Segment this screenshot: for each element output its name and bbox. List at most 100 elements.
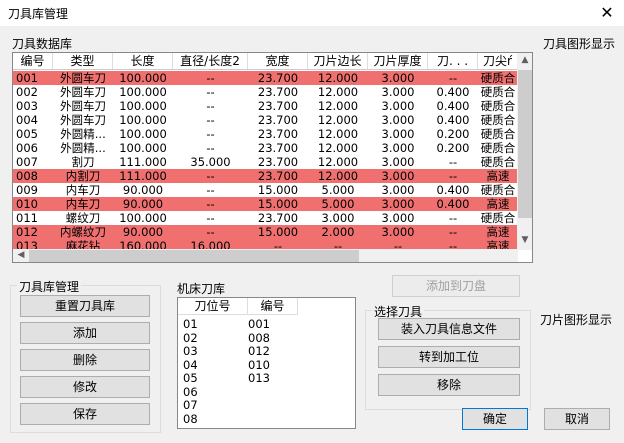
- column-header[interactable]: 刀片厚度: [368, 53, 428, 69]
- table-cell: 硬质合: [480, 113, 516, 127]
- list-item[interactable]: 03 012: [178, 345, 270, 358]
- table-cell: 外圆精...: [60, 127, 106, 141]
- table-cell: 12.000: [317, 99, 359, 113]
- scroll-left-icon[interactable]: ◀: [13, 250, 29, 260]
- column-header[interactable]: 编号: [248, 298, 298, 314]
- list-item[interactable]: 01 001: [178, 318, 270, 331]
- table-cell: --: [206, 85, 215, 99]
- table-cell: 100.000: [119, 127, 167, 141]
- list-cell: 013: [248, 371, 270, 385]
- close-icon[interactable]: ✕: [596, 2, 618, 24]
- table-cell: 外圆车刀: [60, 71, 106, 85]
- table-cell: 内割刀: [65, 169, 101, 183]
- cancel-button[interactable]: 取消: [544, 408, 610, 430]
- add-button[interactable]: 添加: [20, 322, 150, 344]
- column-header[interactable]: 宽度: [248, 53, 308, 69]
- table-row[interactable]: 005 外圆精... 100.000 -- 23.700 12.000 3.000 0.200…: [13, 127, 518, 141]
- table-cell: 12.000: [317, 127, 359, 141]
- reset-library-button[interactable]: 重置刀具库: [20, 295, 150, 317]
- table-row[interactable]: 011 螺纹刀 100.000 -- 23.700 3.000 3.000 -- 硬质合: [13, 211, 518, 225]
- save-button[interactable]: 保存: [20, 403, 150, 425]
- table-row[interactable]: 004 外圆车刀 100.000 -- 23.700 12.000 3.000 0.400 硬质…: [13, 113, 518, 127]
- table-cell: 0.400: [436, 197, 470, 211]
- column-header[interactable]: 刀. . .: [428, 53, 478, 69]
- horizontal-scrollbar[interactable]: ◀: [13, 249, 518, 262]
- table-cell: 高速: [486, 197, 510, 211]
- table-cell: 90.000: [122, 183, 164, 197]
- list-item[interactable]: 07: [178, 399, 248, 412]
- tool-database-label: 刀具数据库: [12, 37, 73, 51]
- table-cell: --: [206, 99, 215, 113]
- column-header[interactable]: 编号: [13, 53, 53, 69]
- table-cell: 12.000: [317, 113, 359, 127]
- list-item[interactable]: 05 013: [178, 372, 270, 385]
- table-row[interactable]: 010 内车刀 90.000 -- 15.000 5.000 3.000 0.400 高速: [13, 197, 518, 211]
- blade-graphic-label: 刀片图形显示: [540, 313, 613, 327]
- delete-button[interactable]: 删除: [20, 349, 150, 371]
- table-cell: 高速: [486, 225, 510, 239]
- tool-database-table[interactable]: 编号 类型 长度 直径/长度2 宽度 刀片边长 刀片厚度 刀. . . 刀尖ŕ 001 外圆车刀 1…: [12, 52, 533, 263]
- machine-tool-list[interactable]: 刀位号 编号 01 001 02 008 03 012 04 010 05 013 06 07 08: [177, 297, 356, 429]
- table-cell: --: [448, 169, 458, 183]
- table-row[interactable]: 001 外圆车刀 100.000 -- 23.700 12.000 3.000 -- 硬质合: [13, 71, 518, 85]
- table-cell: 硬质合: [480, 141, 516, 155]
- list-cell: 01: [183, 317, 198, 331]
- table-row[interactable]: 006 外圆精... 100.000 -- 23.700 12.000 3.000 0.200…: [13, 141, 518, 155]
- table-cell: 外圆车刀: [60, 85, 106, 99]
- column-header[interactable]: 刀尖ŕ: [478, 53, 518, 69]
- table-cell: 3.000: [381, 183, 415, 197]
- column-header[interactable]: 刀片边长: [308, 53, 368, 69]
- add-to-disk-button[interactable]: 添加到刀盘: [392, 275, 520, 297]
- list-item[interactable]: 08: [178, 412, 248, 426]
- table-cell: 001: [16, 71, 38, 85]
- table-cell: 111.000: [119, 155, 167, 169]
- table-row[interactable]: 012 内螺纹刀 90.000 -- 15.000 2.000 3.000 -- 高速: [13, 225, 518, 239]
- table-cell: --: [448, 155, 458, 169]
- table-cell: 3.000: [381, 113, 415, 127]
- table-cell: 硬质合: [480, 85, 516, 99]
- list-cell: 04: [183, 357, 198, 372]
- list-item[interactable]: 04 010: [178, 357, 270, 372]
- table-row[interactable]: 007 割刀 111.000 35.000 23.700 12.000 3.000 -- 硬质合: [13, 155, 518, 169]
- modify-button[interactable]: 修改: [20, 376, 150, 398]
- tool-library-management-group: 刀具库管理 重置刀具库 添加 删除 修改 保存: [10, 278, 161, 433]
- move-to-position-button[interactable]: 转到加工位: [378, 346, 520, 368]
- table-cell: 12.000: [317, 85, 359, 99]
- table-cell: 3.000: [381, 141, 415, 155]
- table-cell: --: [448, 211, 458, 225]
- vertical-scrollbar[interactable]: ▲ ▼: [517, 53, 532, 250]
- column-header[interactable]: 直径/长度2: [173, 53, 248, 69]
- table-row[interactable]: 008 内割刀 111.000 -- 23.700 12.000 3.000 -- 高速: [13, 169, 518, 183]
- table-row[interactable]: 003 外圆车刀 100.000 -- 23.700 12.000 3.000 0.400 硬质…: [13, 99, 518, 113]
- table-cell: 内车刀: [65, 197, 101, 211]
- table-cell: 内车刀: [65, 183, 101, 197]
- table-cell: 0.400: [436, 99, 470, 113]
- table-cell: 100.000: [119, 71, 167, 85]
- scroll-thumb[interactable]: [518, 70, 532, 218]
- table-row[interactable]: 002 外圆车刀 100.000 -- 23.700 12.000 3.000 0.400 硬质…: [13, 85, 518, 99]
- column-header[interactable]: 类型: [53, 53, 113, 69]
- table-row[interactable]: 009 内车刀 90.000 -- 15.000 5.000 3.000 0.400 硬质合: [13, 183, 518, 197]
- title-bar: 刀具库管理 ✕: [0, 0, 624, 26]
- table-cell: 004: [16, 113, 38, 127]
- table-cell: 002: [16, 85, 38, 99]
- column-header[interactable]: 刀位号: [178, 298, 248, 314]
- ok-button[interactable]: 确定: [462, 408, 528, 430]
- table-cell: 100.000: [119, 99, 167, 113]
- remove-button[interactable]: 移除: [378, 374, 520, 396]
- table-cell: 005: [16, 127, 38, 141]
- list-item[interactable]: 02 008: [178, 330, 270, 345]
- column-header[interactable]: 长度: [113, 53, 173, 69]
- scroll-up-icon[interactable]: ▲: [517, 55, 532, 65]
- window-title: 刀具库管理: [8, 7, 69, 21]
- table-cell: 007: [16, 155, 38, 169]
- list-cell: 03: [183, 344, 198, 358]
- table-cell: 高速: [486, 169, 510, 183]
- scroll-down-icon[interactable]: ▼: [517, 235, 532, 245]
- scroll-thumb[interactable]: [29, 250, 359, 262]
- load-tool-file-button[interactable]: 装入刀具信息文件: [378, 318, 520, 340]
- list-item[interactable]: 06: [178, 385, 248, 399]
- table-cell: 0.400: [436, 183, 470, 197]
- table-cell: 12.000: [317, 141, 359, 155]
- list-cell: 008: [248, 330, 270, 345]
